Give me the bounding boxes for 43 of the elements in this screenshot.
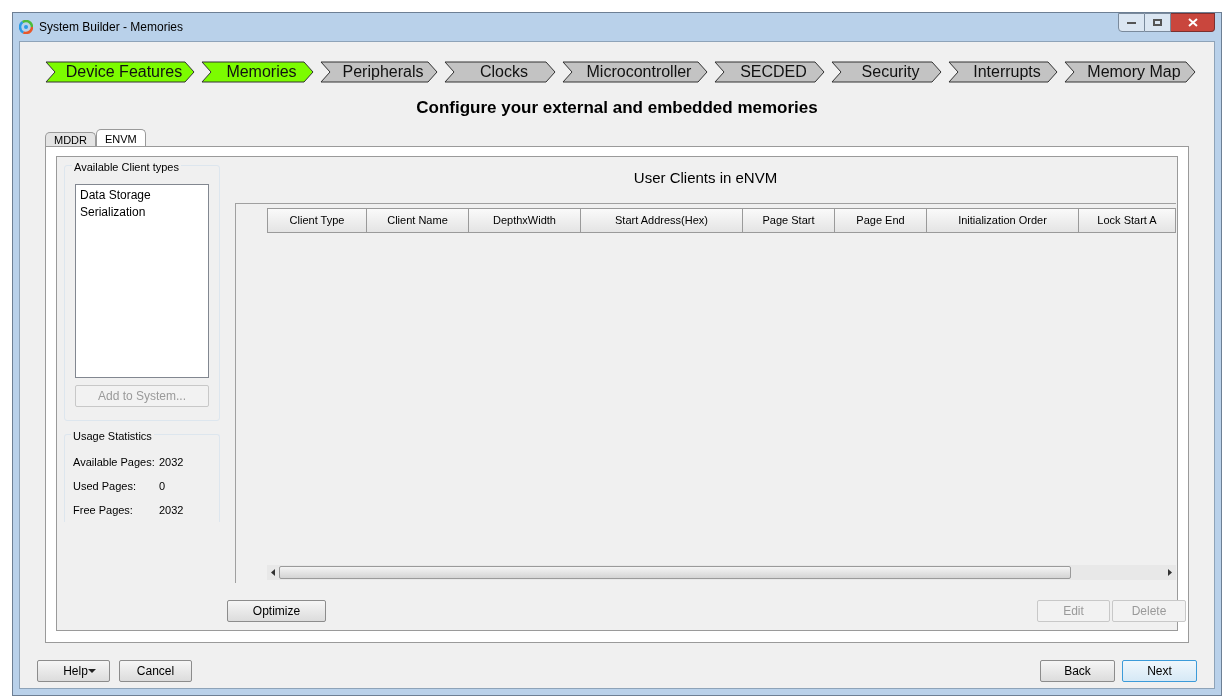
wizard-step[interactable]: SECDED [714,61,825,83]
wizard-step[interactable]: Clocks [444,61,556,83]
wizard-step[interactable]: Memories [201,61,314,83]
window-title: System Builder - Memories [39,19,184,36]
stat-label: Free Pages: [73,503,134,517]
column-header[interactable]: DepthxWidth [469,208,581,233]
horizontal-scrollbar[interactable] [267,565,1176,580]
column-header[interactable]: Initialization Order [927,208,1079,233]
tab[interactable]: MDDR [45,132,96,146]
stat-value: 0 [159,479,166,493]
list-item[interactable]: Serialization [80,203,204,221]
scrollbar-thumb[interactable] [279,566,1071,579]
close-button[interactable] [1171,13,1215,32]
column-header[interactable]: Lock Start A [1079,208,1176,233]
list-item[interactable]: Data Storage [80,186,204,204]
stat-label: Used Pages: [73,479,137,493]
back-button[interactable]: Back [1040,660,1115,682]
close-icon [1187,18,1198,27]
column-header[interactable]: Page End [835,208,927,233]
caret-icon [87,669,96,673]
column-header[interactable]: Start Address(Hex) [581,208,743,233]
maximize-button[interactable] [1145,13,1171,32]
wizard-step[interactable]: Memory Map [1064,61,1196,83]
page-heading: Configure your external and embedded memories [415,97,819,117]
minimize-button[interactable] [1118,13,1145,32]
next-button[interactable]: Next [1122,660,1197,682]
wizard-step[interactable]: Device Features [45,61,195,83]
stat-value: 2032 [159,503,184,517]
table-title: User Clients in eNVM [632,168,779,187]
column-header[interactable]: Page Start [743,208,835,233]
stat-label: Available Pages: [73,455,156,469]
stat-value: 2032 [159,455,184,469]
column-header[interactable]: Client Type [267,208,367,233]
tab[interactable]: ENVM [96,129,146,146]
cancel-button[interactable]: Cancel [119,660,192,682]
wizard-step[interactable]: Security [831,61,942,83]
wizard-step[interactable]: Peripherals [320,61,438,83]
wizard-step[interactable]: Microcontroller [562,61,708,83]
help-button[interactable]: Help [37,660,110,682]
app-logo-icon [19,20,33,34]
optimize-button[interactable]: Optimize [227,600,326,622]
wizard-step[interactable]: Interrupts [948,61,1058,83]
column-header[interactable]: Client Name [367,208,469,233]
